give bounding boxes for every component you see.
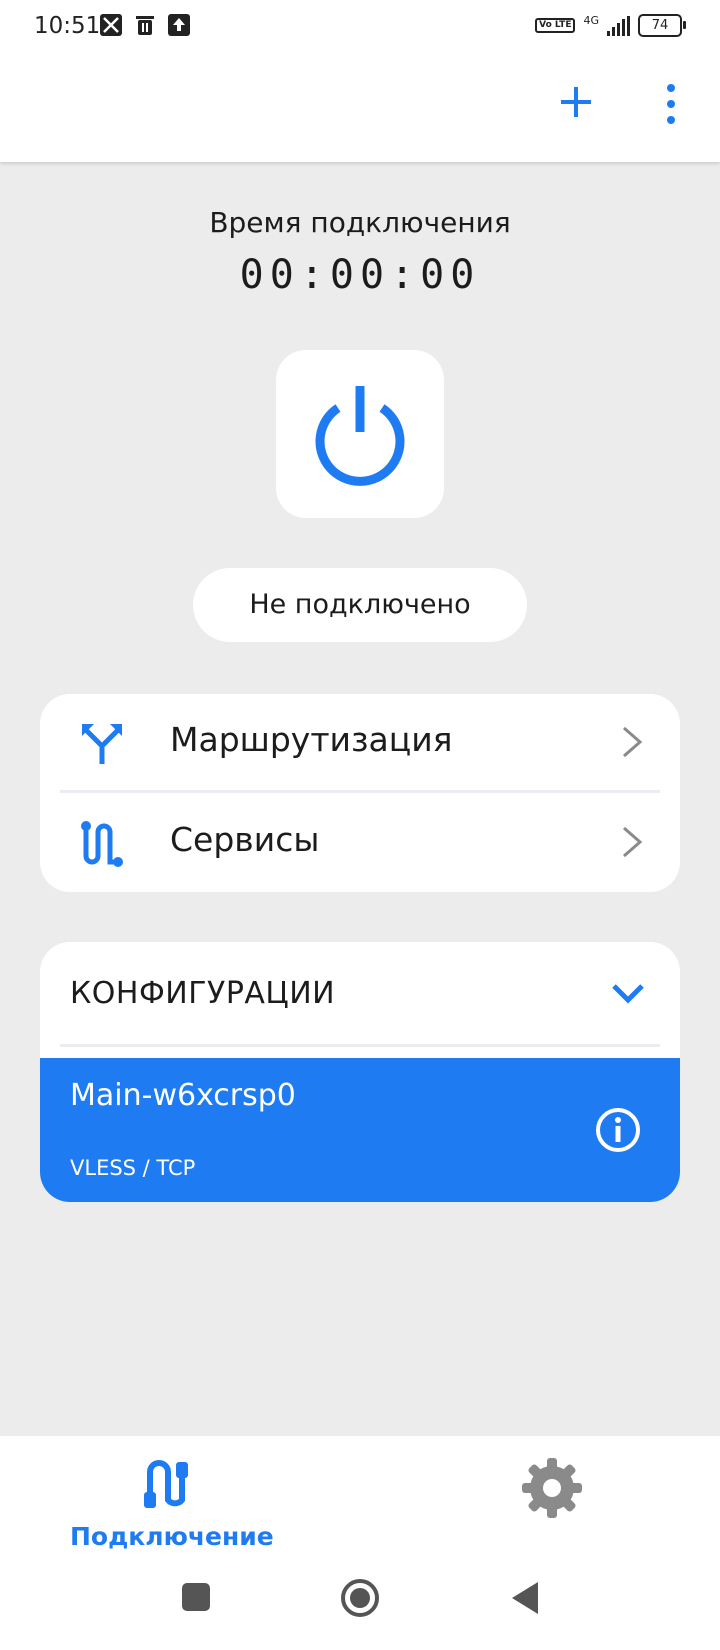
upload-icon xyxy=(168,14,190,36)
status-time: 10:51 xyxy=(34,13,101,39)
more-vert-icon xyxy=(667,84,675,124)
nav-connection-tab[interactable]: Подключение xyxy=(70,1456,274,1556)
signal-icon xyxy=(607,15,630,36)
config-info-button[interactable] xyxy=(594,1106,642,1154)
add-config-button[interactable] xyxy=(556,82,596,122)
config-name: Main-w6xcrsp0 xyxy=(70,1078,296,1113)
nav-settings-tab[interactable] xyxy=(520,1456,584,1520)
app-bar xyxy=(0,56,720,162)
info-icon xyxy=(596,1108,640,1152)
battery-level: 74 xyxy=(651,18,669,33)
config-protocol: VLESS / TCP xyxy=(70,1156,196,1180)
network-type: 4G xyxy=(583,14,599,27)
gear-icon xyxy=(522,1458,582,1518)
menu-item-label: Маршрутизация xyxy=(170,720,453,759)
power-icon xyxy=(315,386,405,486)
battery-icon: 74 xyxy=(638,14,686,37)
config-item[interactable]: Main-w6xcrsp0 VLESS / TCP xyxy=(40,1058,680,1202)
home-button[interactable] xyxy=(340,1578,380,1618)
connection-timer: 00:00:00 xyxy=(239,252,481,298)
services-icon xyxy=(81,821,123,867)
system-navigation-bar xyxy=(0,1560,720,1650)
nav-connection-label: Подключение xyxy=(70,1522,274,1551)
menu-item-label: Сервисы xyxy=(170,820,320,859)
more-menu-button[interactable] xyxy=(656,82,686,126)
menu-card: Маршрутизация Сервисы xyxy=(40,694,680,892)
menu-item-routing[interactable]: Маршрутизация xyxy=(40,694,680,790)
configurations-card: КОНФИГУРАЦИИ Main-w6xcrsp0 VLESS / TCP xyxy=(40,942,680,1202)
chevron-right-icon xyxy=(623,726,643,758)
no-sim-icon xyxy=(100,14,122,36)
back-button[interactable] xyxy=(510,1580,540,1616)
chevron-right-icon xyxy=(623,826,643,858)
system-indicators: Vo LTE 4G 74 xyxy=(535,14,686,37)
plus-icon xyxy=(561,87,591,117)
connection-status: Не подключено xyxy=(193,568,527,642)
routing-icon xyxy=(82,724,122,764)
divider xyxy=(60,790,660,793)
trash-icon xyxy=(134,14,156,36)
home-circle-icon xyxy=(341,1579,379,1617)
connection-time-label: Время подключения xyxy=(209,206,511,239)
power-button[interactable] xyxy=(276,350,444,518)
configurations-collapse-button[interactable] xyxy=(610,982,646,1006)
divider xyxy=(60,1044,660,1047)
volte-icon: Vo LTE xyxy=(535,18,576,33)
menu-item-services[interactable]: Сервисы xyxy=(40,794,680,890)
configurations-title: КОНФИГУРАЦИИ xyxy=(70,976,336,1011)
notification-icons xyxy=(100,14,190,36)
back-triangle-icon xyxy=(512,1582,538,1614)
recents-button[interactable] xyxy=(182,1583,210,1611)
chevron-down-icon xyxy=(612,984,644,1004)
status-bar: 10:51 Vo LTE 4G 74 xyxy=(0,0,720,56)
connection-icon xyxy=(144,1460,188,1508)
